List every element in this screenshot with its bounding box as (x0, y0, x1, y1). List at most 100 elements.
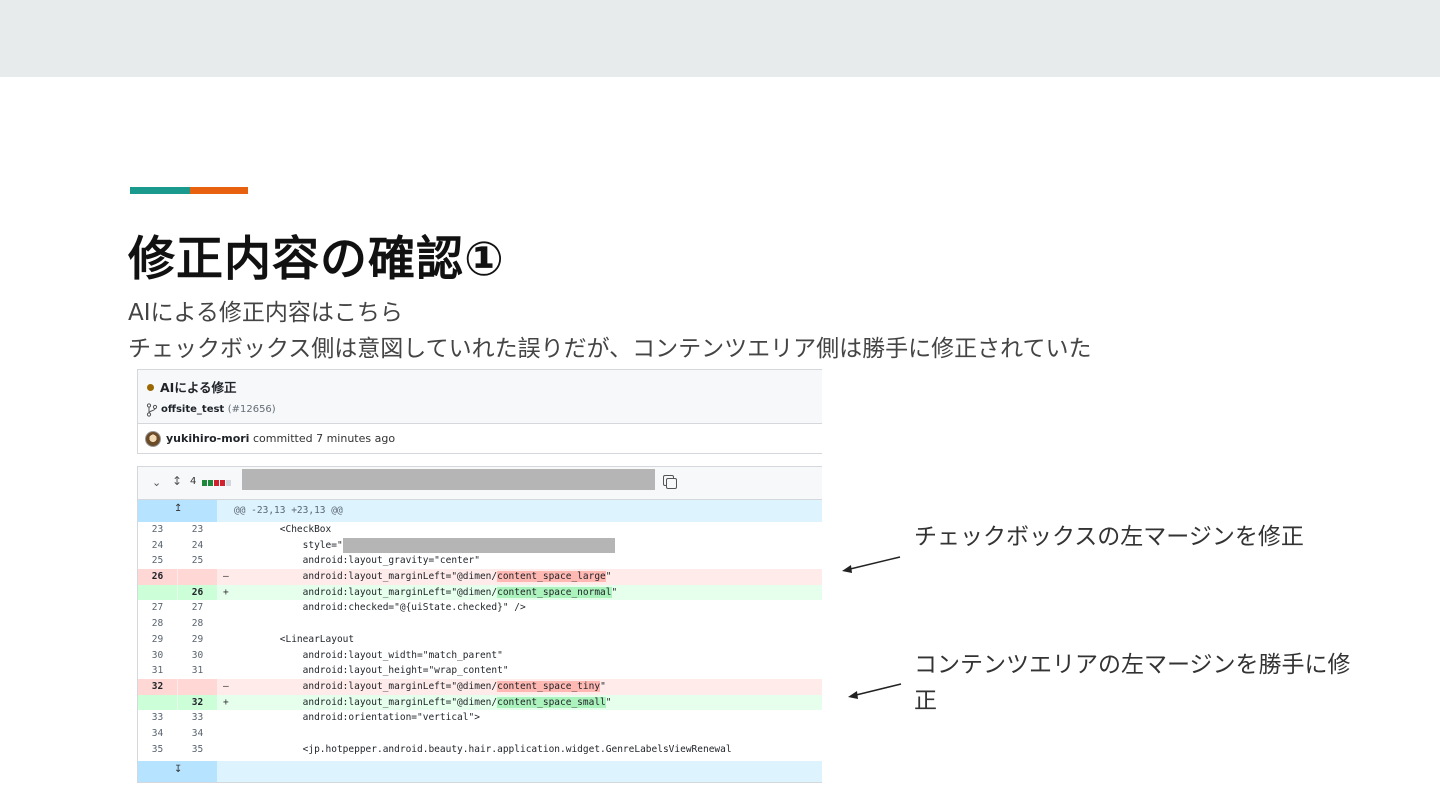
code-text: android:orientation="vertical"> (234, 710, 480, 726)
redacted-value (342, 537, 615, 553)
code-prefix: style=" (234, 539, 343, 551)
arrow-icon (848, 683, 902, 699)
expand-up-icon[interactable]: ↥ (174, 503, 182, 514)
chevron-down-icon[interactable]: ⌄ (152, 476, 161, 489)
new-line-number[interactable]: 28 (178, 616, 217, 632)
diffstat-add-block (208, 480, 213, 486)
annotation-checkbox-margin: チェックボックスの左マージンを修正 (914, 524, 1304, 550)
changed-token: content_space_normal (497, 586, 612, 598)
old-line-number[interactable]: 35 (138, 742, 177, 758)
accent-bar-orange (190, 187, 248, 194)
expand-all-icon[interactable]: ↕ (172, 474, 182, 488)
old-line-number[interactable]: 26 (138, 569, 177, 585)
redacted-file-path (242, 469, 655, 490)
diff-line: 32 – android:layout_marginLeft="@dimen/co… (138, 678, 822, 695)
avatar[interactable] (145, 431, 161, 447)
code-prefix: <jp.hotpepper.android.beauty.hair.applic… (234, 743, 732, 755)
new-line-number[interactable]: 23 (178, 522, 217, 538)
code-text: <LinearLayout (234, 632, 354, 648)
expand-up-gutter[interactable]: ↥ (138, 500, 217, 522)
commit-title[interactable]: AIによる修正 (160, 377, 236, 396)
new-line-number[interactable]: 31 (178, 663, 217, 679)
status-dot-icon (147, 384, 154, 391)
code-text: style=" (234, 537, 615, 554)
expand-down-gutter[interactable]: ↧ (138, 761, 217, 782)
old-line-number[interactable]: 30 (138, 648, 177, 664)
code-prefix: android:layout_marginLeft="@dimen/ (234, 586, 498, 598)
old-line-number[interactable] (138, 584, 177, 601)
old-line-number[interactable]: 23 (138, 522, 177, 538)
new-line-number[interactable] (178, 569, 217, 585)
accent-bar-teal (130, 187, 190, 194)
code-prefix: android:layout_gravity="center" (234, 555, 480, 567)
code-text: android:layout_marginLeft="@dimen/conten… (234, 695, 612, 711)
old-line-number[interactable]: 31 (138, 663, 177, 679)
new-line-number[interactable] (178, 678, 217, 695)
diff-line: 33 33 android:orientation="vertical"> (138, 710, 822, 726)
code-text: android:checked="@{uiState.checked}" /> (234, 600, 526, 616)
diff-line: 34 34 (138, 726, 822, 742)
committed-time: committed 7 minutes ago (252, 432, 396, 445)
slide-subtitle-line1: AIによる修正内容はこちら (128, 300, 403, 326)
diff-sign: – (223, 680, 229, 692)
old-line-number[interactable] (138, 694, 177, 711)
new-line-number[interactable]: 27 (178, 600, 217, 616)
pr-number: (#12656) (227, 404, 276, 415)
code-suffix: " (605, 571, 612, 583)
diffstat-add-block (202, 480, 207, 486)
old-line-number[interactable]: 24 (138, 538, 177, 554)
new-line-number[interactable]: 33 (178, 710, 217, 726)
git-branch-icon (146, 403, 158, 417)
code-text: android:layout_height="wrap_content" (234, 663, 509, 679)
changed-token: content_space_tiny (497, 680, 601, 692)
code-text: android:layout_marginLeft="@dimen/conten… (234, 569, 612, 585)
old-line-number[interactable]: 25 (138, 553, 177, 569)
old-line-number[interactable]: 32 (138, 678, 177, 695)
new-line-number[interactable]: 29 (178, 632, 217, 648)
diff-line: 27 27 android:checked="@{uiState.checked}… (138, 600, 822, 616)
new-line-number[interactable]: 24 (178, 538, 217, 554)
hunk-range: @@ -23,13 +23,13 @@ (234, 505, 343, 516)
diff-sign: + (223, 696, 229, 708)
code-text: android:layout_marginLeft="@dimen/conten… (234, 585, 617, 601)
code-text: android:layout_gravity="center" (234, 553, 480, 569)
old-line-number[interactable]: 29 (138, 632, 177, 648)
old-line-number[interactable]: 34 (138, 726, 177, 742)
code-prefix: android:layout_height="wrap_content" (234, 665, 509, 677)
new-line-number[interactable]: 26 (178, 584, 217, 601)
author-line: yukihiro-mori committed 7 minutes ago (166, 432, 395, 445)
hunk-header: ↥ @@ -23,13 +23,13 @@ (138, 500, 822, 522)
author-link[interactable]: yukihiro-mori (166, 432, 249, 445)
new-line-number[interactable]: 25 (178, 553, 217, 569)
diff-line: 25 25 android:layout_gravity="center" (138, 553, 822, 569)
code-prefix: android:layout_marginLeft="@dimen/ (234, 571, 498, 583)
new-line-number[interactable]: 34 (178, 726, 217, 742)
diff-line: 29 29 <LinearLayout (138, 632, 822, 648)
diff-line: 30 30 android:layout_width="match_parent" (138, 648, 822, 664)
copy-icon[interactable] (663, 475, 677, 489)
diffstat-neutral-block (226, 480, 231, 486)
change-count: 4 (190, 476, 197, 487)
old-line-number[interactable]: 33 (138, 710, 177, 726)
annotation-content-margin: コンテンツエリアの左マージンを勝手に修正 (914, 652, 1351, 714)
commit-header: AIによる修正 offsite_test (#12656) yukihiro-m… (137, 369, 822, 454)
diff-lines: 23 23 <CheckBox 24 24 style=" 25 25 android:l… (138, 522, 822, 757)
new-line-number[interactable]: 30 (178, 648, 217, 664)
code-suffix: " (605, 696, 612, 708)
new-line-number[interactable]: 35 (178, 742, 217, 758)
code-prefix: android:layout_marginLeft="@dimen/ (234, 696, 498, 708)
diff-sign: + (223, 586, 229, 598)
diff-sign: – (223, 571, 229, 583)
code-prefix: android:checked="@{uiState.checked}" /> (234, 602, 526, 614)
branch-name: offsite_test (161, 404, 225, 415)
code-prefix: android:orientation="vertical"> (234, 712, 480, 724)
old-line-number[interactable]: 27 (138, 600, 177, 616)
diff-line: 24 24 style=" (138, 537, 822, 554)
old-line-number[interactable]: 28 (138, 616, 177, 632)
code-text: android:layout_marginLeft="@dimen/conten… (234, 679, 606, 695)
top-banner (0, 0, 1440, 77)
branch-link[interactable]: offsite_test (#12656) (161, 404, 276, 415)
new-line-number[interactable]: 32 (178, 694, 217, 711)
code-suffix: " (611, 586, 618, 598)
expand-down-icon[interactable]: ↧ (174, 764, 182, 775)
